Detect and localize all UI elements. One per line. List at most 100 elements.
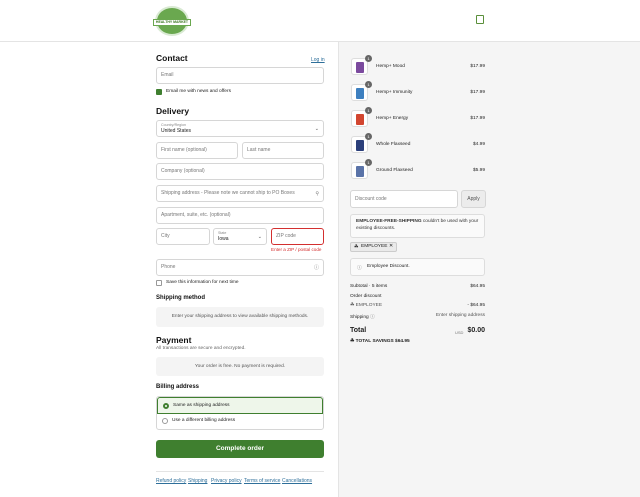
save-info-label: Save this information for next time xyxy=(166,280,239,285)
billing-option-different-label: Use a different billing address xyxy=(172,418,236,423)
country-select[interactable]: Country/Region United States ⌄ xyxy=(156,120,324,137)
info-icon: ⓘ xyxy=(357,266,362,271)
quantity-badge: 1 xyxy=(365,133,372,140)
last-name-field[interactable]: Last name xyxy=(242,142,324,159)
order-summary: 1 Hemp+ Mood $17.99 1 Hemp+ Immunity $17.99 1 H… xyxy=(338,42,640,497)
employee-discount-text: Employee Discount. xyxy=(367,264,410,269)
search-icon: ⚲ xyxy=(315,191,319,197)
footer-link-terms[interactable]: Terms of service xyxy=(244,478,280,484)
discount-notice: EMPLOYEE-FREE-SHIPPING couldn't be used … xyxy=(350,214,485,238)
city-field[interactable]: City xyxy=(156,228,210,245)
product-price: $17.99 xyxy=(470,116,485,121)
product-pack xyxy=(356,140,364,151)
login-link[interactable]: Log in xyxy=(311,57,325,63)
total-value: $0.00 xyxy=(467,327,485,334)
newsletter-label: Email me with news and offers xyxy=(166,89,231,94)
total-savings-value: $64.95 xyxy=(395,339,410,344)
complete-order-button[interactable]: Complete order xyxy=(156,440,324,458)
product-price: $4.99 xyxy=(472,142,485,147)
subtotal-value: $64.95 xyxy=(470,284,485,289)
product-name: Whole Flaxseed xyxy=(376,142,411,147)
product-name: Hemp+ Energy xyxy=(376,116,409,121)
radio-unselected[interactable] xyxy=(162,418,168,424)
discount-code-label: EMPLOYEE xyxy=(355,303,383,308)
first-name-field[interactable]: First name (optional) xyxy=(156,142,238,159)
chevron-down-icon: ⌄ xyxy=(257,234,262,240)
discount-value: - $64.95 xyxy=(467,303,485,308)
cart-item: 1 Whole Flaxseed $4.99 xyxy=(339,133,499,156)
discount-tag-label: EMPLOYEE xyxy=(361,244,388,249)
remove-discount-icon[interactable]: ✕ xyxy=(389,243,393,251)
tag-icon: ☘ xyxy=(350,339,355,344)
phone-field[interactable]: Phone ⓘ xyxy=(156,259,324,276)
billing-options: Same as shipping address Use a different… xyxy=(156,396,324,430)
help-circle-icon[interactable]: ⓘ xyxy=(370,315,375,320)
cart-item: 1 Hemp+ Mood $17.99 xyxy=(339,55,499,78)
footer-link-shipping[interactable]: Shipping xyxy=(188,478,207,484)
apply-discount-button[interactable]: Apply xyxy=(461,190,486,208)
quantity-badge: 1 xyxy=(365,159,372,166)
address-placeholder: Shipping address - Please note we cannot… xyxy=(161,190,295,196)
payment-message: Your order is free. No payment is requir… xyxy=(156,357,324,376)
product-name: Hemp+ Immunity xyxy=(376,90,413,95)
state-value: Iowa xyxy=(218,236,229,242)
delivery-heading: Delivery xyxy=(156,106,190,116)
subtotal-label: Subtotal · 5 items xyxy=(350,284,388,289)
product-pack xyxy=(356,166,364,177)
product-pack xyxy=(356,114,364,125)
cart-item: 1 Ground Flaxseed $5.99 xyxy=(339,159,499,182)
chevron-down-icon: ⌄ xyxy=(314,126,319,132)
radio-selected[interactable] xyxy=(163,403,169,409)
product-name: Ground Flaxseed xyxy=(376,168,413,173)
shipping-method-message: Enter your shipping address to view avai… xyxy=(156,307,324,327)
discount-tag: ☘ EMPLOYEE ✕ xyxy=(350,242,397,252)
quantity-badge: 1 xyxy=(365,55,372,62)
company-field[interactable]: Company (optional) xyxy=(156,163,324,180)
billing-option-different[interactable]: Use a different billing address xyxy=(157,414,323,429)
shipping-label: Shipping xyxy=(350,315,369,320)
newsletter-checkbox[interactable] xyxy=(156,89,162,95)
billing-option-same[interactable]: Same as shipping address xyxy=(157,397,323,414)
product-pack xyxy=(356,62,364,73)
address-field[interactable]: Shipping address - Please note we cannot… xyxy=(156,185,324,202)
billing-heading: Billing address xyxy=(156,384,200,390)
logo-text: HEALTHY MARKET xyxy=(153,19,191,26)
email-field[interactable]: Email xyxy=(156,67,324,84)
discount-code-row: ☘ EMPLOYEE xyxy=(350,303,382,308)
product-price: $17.99 xyxy=(470,64,485,69)
product-price: $17.99 xyxy=(470,90,485,95)
save-info-checkbox[interactable] xyxy=(156,280,162,286)
header: HEALTHY MARKET xyxy=(0,0,640,42)
store-logo[interactable]: HEALTHY MARKET xyxy=(153,6,191,36)
state-label: State xyxy=(218,231,227,235)
shipping-value: Enter shipping address xyxy=(435,313,485,318)
tag-icon: ☘ xyxy=(354,244,359,250)
product-price: $5.99 xyxy=(472,168,485,173)
zip-field[interactable]: ZIP code xyxy=(271,228,324,245)
billing-option-same-label: Same as shipping address xyxy=(173,403,230,408)
country-label: Country/Region xyxy=(161,123,186,127)
payment-heading: Payment xyxy=(156,335,192,345)
notice-code: EMPLOYEE-FREE-SHIPPING xyxy=(356,219,422,224)
total-savings-row: ☘ TOTAL SAVINGS $64.95 xyxy=(350,339,410,344)
checkout-form: Contact Log in Email Email me with news … xyxy=(0,42,338,497)
payment-subtext: All transactions are secure and encrypte… xyxy=(156,346,246,351)
footer-link-cancellations[interactable]: Cancellations xyxy=(282,478,312,484)
footer-link-privacy[interactable]: Privacy policy xyxy=(211,478,242,484)
quantity-badge: 1 xyxy=(365,107,372,114)
order-discount-label: Order discount xyxy=(350,294,382,299)
footer-divider xyxy=(156,471,324,472)
shipping-method-heading: Shipping method xyxy=(156,295,205,301)
discount-code-field[interactable]: Discount code xyxy=(350,190,458,208)
cart-item: 1 Hemp+ Immunity $17.99 xyxy=(339,81,499,104)
shopping-bag-icon[interactable] xyxy=(476,15,484,24)
footer-link-refund[interactable]: Refund policy xyxy=(156,478,186,484)
apartment-field[interactable]: Apartment, suite, etc. (optional) xyxy=(156,207,324,224)
product-name: Hemp+ Mood xyxy=(376,64,405,69)
contact-heading: Contact xyxy=(156,53,188,63)
shipping-row: Shipping ⓘ xyxy=(350,313,375,320)
total-savings-label: TOTAL SAVINGS xyxy=(355,339,394,344)
state-select[interactable]: State Iowa ⌄ xyxy=(213,228,267,245)
cart-item: 1 Hemp+ Energy $17.99 xyxy=(339,107,499,130)
help-circle-icon[interactable]: ⓘ xyxy=(314,265,319,271)
